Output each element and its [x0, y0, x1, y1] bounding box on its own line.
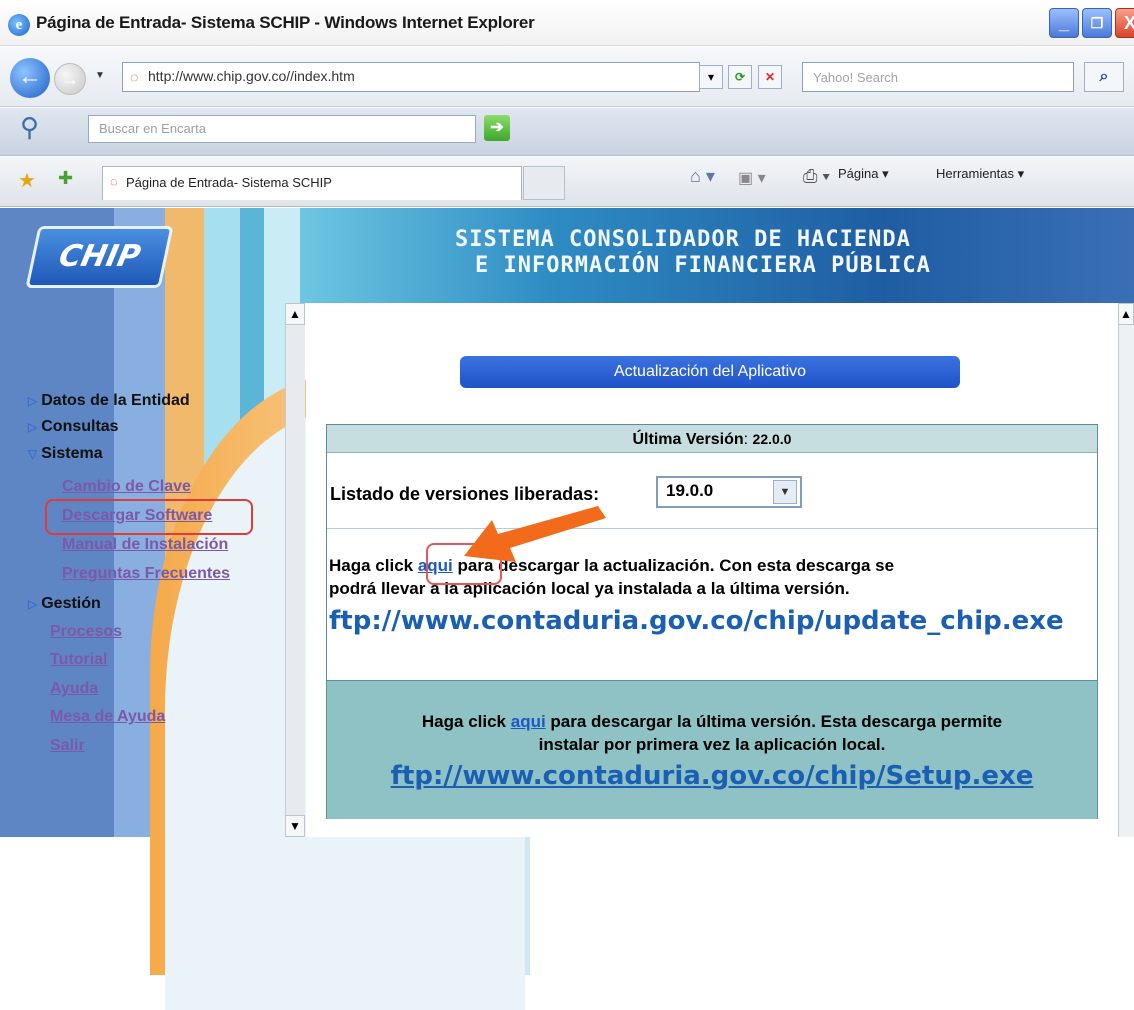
search-input[interactable]: Yahoo! Search: [802, 62, 1074, 92]
scroll-up-icon[interactable]: ▲: [1118, 303, 1134, 325]
sidebar-item-ayuda[interactable]: Ayuda: [50, 680, 98, 698]
refresh-icon[interactable]: ⟳: [728, 65, 752, 89]
print-icon[interactable]: ⎙ ▾: [803, 166, 830, 187]
address-text[interactable]: http://www.chip.gov.co//index.htm: [148, 68, 355, 84]
back-button[interactable]: ←: [10, 58, 50, 98]
pointer-arrow-icon: [464, 506, 606, 562]
home-icon[interactable]: ⌂ ▾: [690, 166, 715, 187]
ie-logo-icon: e: [8, 14, 30, 36]
add-favorite-icon[interactable]: ✚: [58, 168, 73, 189]
collapse-triangle-icon: ▽: [28, 447, 38, 461]
encarta-search-input[interactable]: Buscar en Encarta: [88, 115, 476, 143]
new-tab-button[interactable]: [523, 166, 565, 200]
update-download-link[interactable]: ftp://www.contaduria.gov.co/chip/update_…: [329, 606, 1064, 636]
sidebar-item-tutorial[interactable]: Tutorial: [50, 651, 107, 669]
sidebar-item-mesa-ayuda[interactable]: Mesa de Ayuda: [50, 708, 165, 726]
expand-triangle-icon: ▷: [28, 394, 38, 408]
page-menu-button[interactable]: Página ▾: [838, 166, 889, 182]
page-icon: ◌: [130, 69, 139, 85]
update-banner: Actualización del Aplicativo: [460, 356, 960, 388]
sidebar-item-preguntas[interactable]: Preguntas Frecuentes: [62, 565, 230, 583]
sidebar-item-procesos[interactable]: Procesos: [50, 623, 122, 641]
tab-label[interactable]: Página de Entrada- Sistema SCHIP: [126, 175, 332, 190]
site-title-line1: SISTEMA CONSOLIDADOR DE HACIENDA: [455, 227, 911, 252]
expand-triangle-icon: ▷: [28, 420, 38, 434]
magnifier-icon: ⚲: [20, 112, 40, 142]
maximize-button[interactable]: ❐: [1082, 8, 1112, 38]
sidebar-scrollbar[interactable]: [285, 303, 305, 837]
favorites-star-icon[interactable]: ★: [18, 168, 36, 193]
forward-button[interactable]: →: [54, 63, 86, 95]
minimize-button[interactable]: _: [1049, 8, 1079, 38]
setup-instructions: Haga click aqui para descargar la última…: [421, 712, 1003, 731]
chevron-down-icon[interactable]: ▼: [773, 480, 797, 504]
update-instructions-line2: podrá llevar a la aplicación local ya in…: [329, 579, 850, 598]
window-title: Página de Entrada- Sistema SCHIP - Windo…: [36, 13, 535, 32]
expand-triangle-icon: ▷: [28, 597, 38, 611]
stop-icon[interactable]: ✕: [758, 65, 782, 89]
sidebar-item-gestion[interactable]: ▷ Gestión: [28, 595, 101, 613]
latest-version-value: 22.0.0: [752, 431, 792, 447]
site-title-line2: E INFORMACIÓN FINANCIERA PÚBLICA: [475, 253, 931, 278]
latest-version-header: Última Versión: 22.0.0: [327, 425, 1097, 453]
encarta-go-button[interactable]: ➔: [484, 115, 510, 141]
sidebar-item-manual[interactable]: Manual de Instalación: [62, 536, 228, 554]
chip-logo: CHIP: [25, 226, 174, 288]
tab-page-icon: ◌: [110, 174, 118, 189]
content-scrollbar[interactable]: [1118, 303, 1134, 837]
highlight-descargar-box: [45, 499, 253, 535]
recent-pages-dropdown-icon[interactable]: ▼: [95, 70, 105, 81]
update-instructions: Haga click aqui para descargar la actual…: [329, 556, 895, 575]
sidebar-item-sistema[interactable]: ▽ Sistema: [28, 445, 103, 463]
setup-aqui-link[interactable]: aqui: [511, 712, 546, 731]
close-button[interactable]: X: [1115, 8, 1134, 38]
search-icon[interactable]: ⌕: [1084, 62, 1124, 92]
scroll-down-icon[interactable]: ▼: [285, 815, 305, 837]
sidebar-item-salir[interactable]: Salir: [50, 737, 85, 755]
setup-instructions-line2: instalar por primera vez la aplicación l…: [538, 735, 886, 754]
tools-menu-button[interactable]: Herramientas ▾: [936, 166, 1024, 182]
setup-download-link[interactable]: ftp://www.contaduria.gov.co/chip/Setup.e…: [327, 761, 1097, 791]
sidebar-item-cambio-clave[interactable]: Cambio de Clave: [62, 478, 191, 496]
sidebar-item-datos[interactable]: ▷ Datos de la Entidad: [28, 392, 190, 410]
sidebar-item-consultas[interactable]: ▷ Consultas: [28, 418, 119, 436]
feeds-icon[interactable]: ▣ ▾: [738, 168, 766, 188]
address-dropdown-button[interactable]: ▾: [699, 65, 723, 89]
scroll-up-icon[interactable]: ▲: [285, 303, 305, 325]
divider: [327, 528, 1097, 529]
